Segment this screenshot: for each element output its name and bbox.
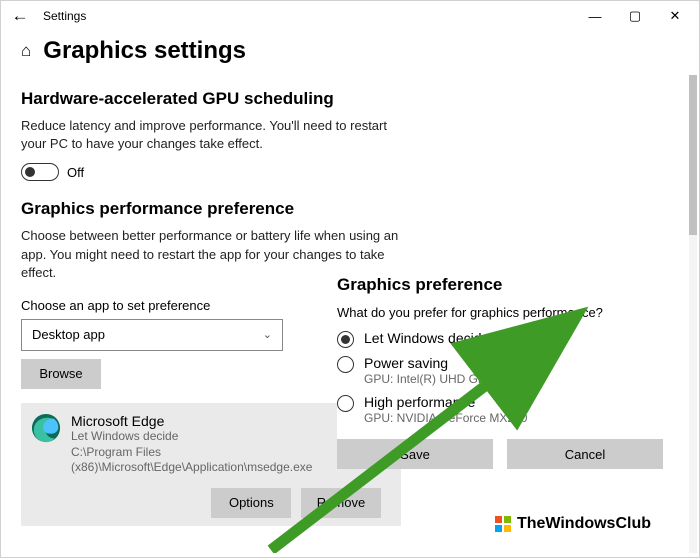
radio-power-saving[interactable]: Power saving GPU: Intel(R) UHD Graphics … <box>337 355 669 386</box>
gpu-sched-toggle-label: Off <box>67 165 84 180</box>
radio-high-performance[interactable]: High performance GPU: NVIDIA GeForce MX2… <box>337 394 669 425</box>
radio-label: High performance <box>364 394 527 410</box>
chevron-down-icon: ⌄ <box>263 328 272 341</box>
minimize-button[interactable]: — <box>575 2 615 30</box>
back-button[interactable]: ← <box>5 6 35 26</box>
content-area: Hardware-accelerated GPU scheduling Redu… <box>1 75 699 553</box>
edge-icon <box>31 413 61 443</box>
cancel-button[interactable]: Cancel <box>507 439 663 469</box>
maximize-button[interactable]: ▢ <box>615 2 655 30</box>
scrollbar-thumb[interactable] <box>689 75 697 235</box>
gpu-sched-desc: Reduce latency and improve performance. … <box>21 117 401 153</box>
home-icon[interactable]: ⌂ <box>21 41 31 61</box>
close-button[interactable]: ✕ <box>655 2 695 30</box>
radio-label: Let Windows decide <box>364 330 489 346</box>
windows-logo-icon <box>495 516 511 532</box>
remove-button[interactable]: Remove <box>301 488 381 518</box>
popup-question: What do you prefer for graphics performa… <box>337 305 669 320</box>
radio-gpu: GPU: NVIDIA GeForce MX230 <box>364 411 527 425</box>
save-button[interactable]: Save <box>337 439 493 469</box>
popup-title: Graphics preference <box>337 275 669 295</box>
gpu-sched-heading: Hardware-accelerated GPU scheduling <box>21 89 679 109</box>
graphics-preference-popup: Graphics preference What do you prefer f… <box>337 275 669 469</box>
app-type-dropdown[interactable]: Desktop app ⌄ <box>21 319 283 351</box>
radio-icon <box>337 395 354 412</box>
window-titlebar: ← Settings — ▢ ✕ <box>1 1 699 31</box>
window-title: Settings <box>35 9 575 23</box>
radio-icon <box>337 331 354 348</box>
radio-let-windows-decide[interactable]: Let Windows decide <box>337 330 669 347</box>
page-header: ⌂ Graphics settings <box>1 31 699 75</box>
radio-label: Power saving <box>364 355 540 371</box>
dropdown-value: Desktop app <box>32 327 105 342</box>
toggle-knob <box>25 167 35 177</box>
watermark: TheWindowsClub <box>495 515 651 533</box>
gpu-sched-toggle[interactable] <box>21 163 59 181</box>
page-title: Graphics settings <box>43 37 246 65</box>
perf-pref-desc: Choose between better performance or bat… <box>21 227 401 282</box>
perf-pref-heading: Graphics performance preference <box>21 199 679 219</box>
watermark-text: TheWindowsClub <box>517 515 651 533</box>
options-button[interactable]: Options <box>211 488 291 518</box>
radio-icon <box>337 356 354 373</box>
radio-gpu: GPU: Intel(R) UHD Graphics 630 <box>364 372 540 386</box>
browse-button[interactable]: Browse <box>21 359 101 389</box>
